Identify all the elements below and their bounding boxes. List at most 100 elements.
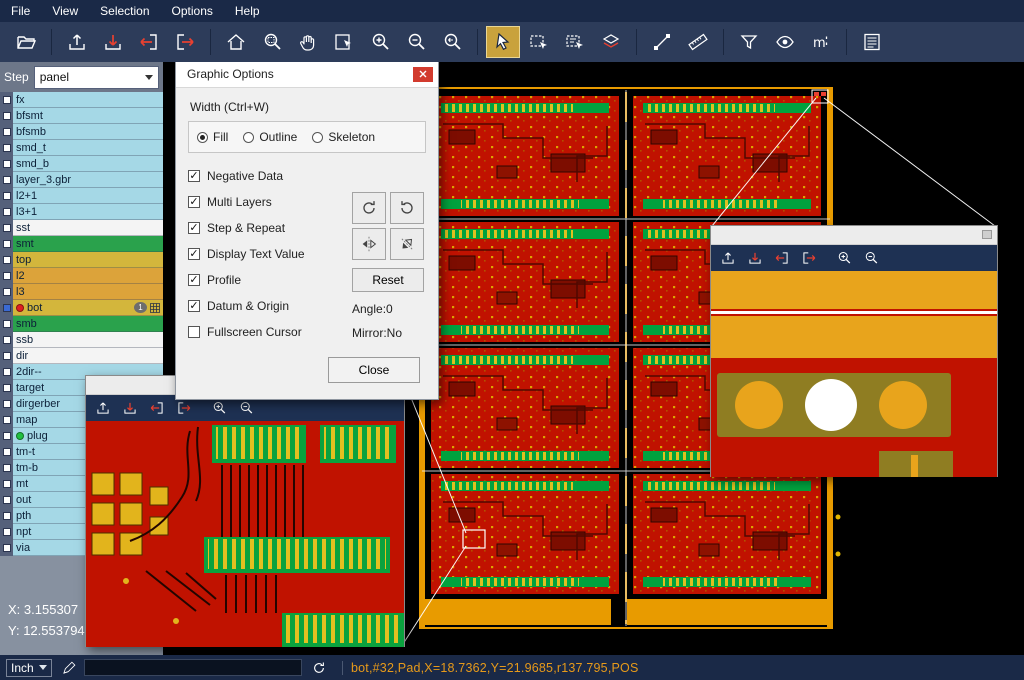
mag-tool-zoom-in[interactable] [835,249,853,267]
tool-pan-hand[interactable] [291,26,325,58]
layer-row-bot[interactable]: bot1 [0,300,163,316]
layer-visibility-checkbox[interactable] [0,252,13,268]
tool-filter[interactable] [732,26,766,58]
menu-selection[interactable]: Selection [89,0,160,22]
dialog-title-bar[interactable]: Graphic Options [176,61,438,88]
unit-dropdown[interactable]: Inch [6,659,52,677]
layer-visibility-checkbox[interactable] [0,300,13,316]
layer-row-l3[interactable]: l3 [0,284,163,300]
rotate-ccw-button[interactable] [390,192,424,224]
layer-visibility-checkbox[interactable] [0,428,13,444]
tool-home[interactable] [219,26,253,58]
tool-zoom-in[interactable] [363,26,397,58]
menu-file[interactable]: File [0,0,41,22]
mag-tool-page-out[interactable] [175,399,193,417]
layer-row-dir[interactable]: dir [0,348,163,364]
checkbox-profile[interactable]: ✓Profile [188,267,340,293]
layer-row-l3+1[interactable]: l3+1 [0,204,163,220]
checkbox-multi-layers[interactable]: ✓Multi Layers [188,189,340,215]
layer-visibility-checkbox[interactable] [0,204,13,220]
layer-row-sst[interactable]: sst [0,220,163,236]
tool-measure-m[interactable]: m [804,26,838,58]
tool-zoom-previous[interactable] [435,26,469,58]
tool-zoom-out[interactable] [399,26,433,58]
tool-page-out[interactable] [168,26,202,58]
radio-skeleton[interactable]: Skeleton [312,130,375,144]
tool-zoom-area[interactable] [255,26,289,58]
mag-tool-import[interactable] [719,249,737,267]
tool-open-folder[interactable] [9,26,43,58]
layer-visibility-checkbox[interactable] [0,124,13,140]
tool-import[interactable] [60,26,94,58]
mag-tool-page-in[interactable] [148,399,166,417]
layer-visibility-checkbox[interactable] [0,412,13,428]
layer-visibility-checkbox[interactable] [0,476,13,492]
layer-visibility-checkbox[interactable] [0,396,13,412]
layer-row-layer_3.gbr[interactable]: layer_3.gbr [0,172,163,188]
mag-tool-page-in[interactable] [773,249,791,267]
layer-row-fx[interactable]: fx [0,92,163,108]
layer-visibility-checkbox[interactable] [0,140,13,156]
layer-row-smd_t[interactable]: smd_t [0,140,163,156]
mag-tool-export[interactable] [746,249,764,267]
layer-row-l2[interactable]: l2 [0,268,163,284]
layer-row-smt[interactable]: smt [0,236,163,252]
layer-visibility-checkbox[interactable] [0,284,13,300]
magnifier-2-title-bar[interactable] [711,226,997,245]
mag-tool-zoom-out[interactable] [237,399,255,417]
layer-visibility-checkbox[interactable] [0,460,13,476]
layer-row-smd_b[interactable]: smd_b [0,156,163,172]
radio-outline[interactable]: Outline [243,130,297,144]
tool-select-page[interactable] [327,26,361,58]
checkbox-datum-origin[interactable]: ✓Datum & Origin [188,293,340,319]
mag-tool-zoom-in[interactable] [210,399,228,417]
menu-view[interactable]: View [41,0,89,22]
reset-button[interactable]: Reset [352,268,424,292]
mirror-vertical-axis-button[interactable] [352,228,386,260]
layer-visibility-checkbox[interactable] [0,108,13,124]
tool-select-cursor[interactable] [486,26,520,58]
checkbox-step-repeat[interactable]: ✓Step & Repeat [188,215,340,241]
menu-options[interactable]: Options [161,0,224,22]
checkbox-display-text-value[interactable]: ✓Display Text Value [188,241,340,267]
layer-visibility-checkbox[interactable] [0,188,13,204]
layer-row-bfsmt[interactable]: bfsmt [0,108,163,124]
layer-row-l2+1[interactable]: l2+1 [0,188,163,204]
tool-report[interactable] [855,26,889,58]
tool-layers[interactable] [594,26,628,58]
checkbox-negative-data[interactable]: ✓Negative Data [188,163,340,189]
tool-ruler[interactable] [681,26,715,58]
tool-select-rect[interactable] [522,26,556,58]
magnifier-1-view[interactable] [86,421,404,647]
checkbox-fullscreen-cursor[interactable]: Fullscreen Cursor [188,319,340,345]
layer-visibility-checkbox[interactable] [0,156,13,172]
mag-tool-export[interactable] [121,399,139,417]
layer-row-smb[interactable]: smb [0,316,163,332]
tool-select-group[interactable] [558,26,592,58]
layer-visibility-checkbox[interactable] [0,364,13,380]
radio-fill[interactable]: Fill [197,130,228,144]
close-button[interactable] [413,67,433,82]
dialog-close-button[interactable]: Close [328,357,420,383]
menu-help[interactable]: Help [224,0,271,22]
mag-tool-import[interactable] [94,399,112,417]
tool-page-in[interactable] [132,26,166,58]
layer-visibility-checkbox[interactable] [0,444,13,460]
tool-export[interactable] [96,26,130,58]
layer-row-top[interactable]: top [0,252,163,268]
layer-visibility-checkbox[interactable] [0,348,13,364]
layer-visibility-checkbox[interactable] [0,380,13,396]
layer-visibility-checkbox[interactable] [0,220,13,236]
layer-visibility-checkbox[interactable] [0,524,13,540]
layer-visibility-checkbox[interactable] [0,268,13,284]
window-control-box-icon[interactable] [982,230,992,239]
layer-visibility-checkbox[interactable] [0,508,13,524]
tool-line-measure[interactable] [645,26,679,58]
layer-visibility-checkbox[interactable] [0,540,13,556]
layer-visibility-checkbox[interactable] [0,236,13,252]
magnifier-2-view[interactable] [711,271,997,477]
refresh-icon[interactable] [310,659,328,677]
layer-visibility-checkbox[interactable] [0,492,13,508]
command-input[interactable] [84,659,302,676]
layer-visibility-checkbox[interactable] [0,332,13,348]
